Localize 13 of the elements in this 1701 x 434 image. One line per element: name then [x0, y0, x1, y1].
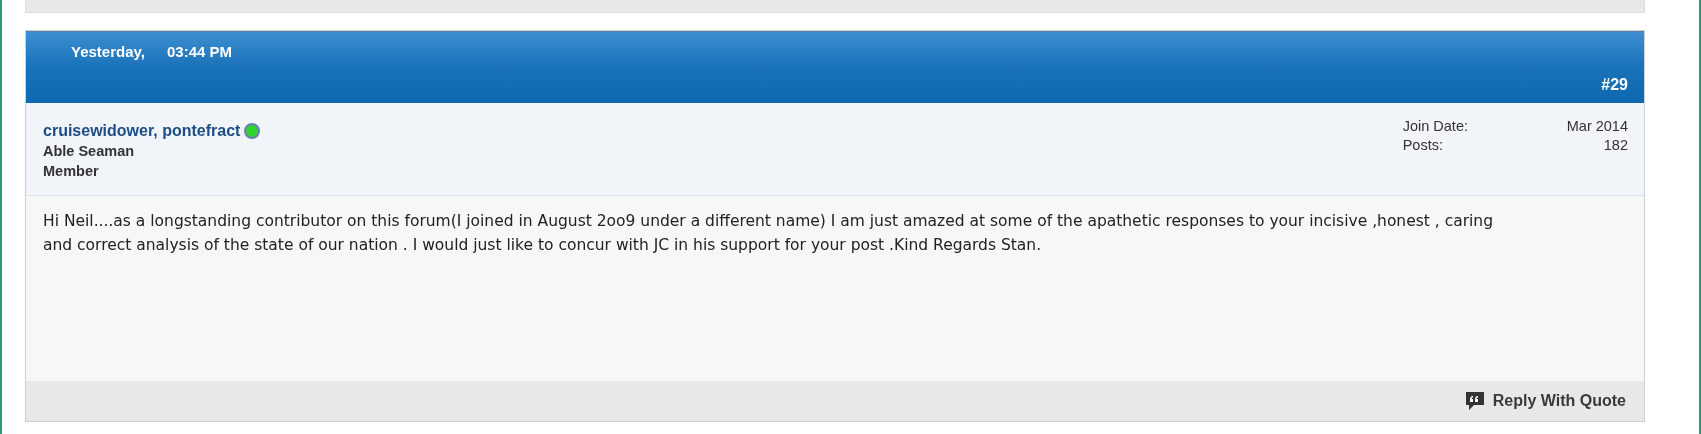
username-link[interactable]: cruisewidower, pontefract [43, 121, 241, 141]
post-date: Yesterday, [71, 43, 145, 60]
stat-label: Posts: [1402, 136, 1444, 155]
stat-value: Mar 2014 [1565, 117, 1628, 136]
post-number[interactable]: #29 [1601, 76, 1628, 94]
reply-with-quote-link[interactable]: Reply With Quote [1463, 390, 1626, 412]
quote-icon [1463, 390, 1486, 412]
post-message: Hi Neil....as a longstanding contributor on this forum(I joined in August 2oo9 under a different name) I am just amazed at some of the apathetic responses to your incisive ,honest , caring and correct analysis of the state of our nation . I would just like to concur with JC in his support for your post .Kind Regards Stan. [26, 196, 1644, 381]
user-rank: Able Seaman [43, 142, 136, 161]
post-time: 03:44 PM [166, 43, 232, 60]
stat-value: 182 [1602, 136, 1628, 155]
stat-label: Join Date: [1402, 117, 1468, 136]
user-title: Member [43, 162, 100, 181]
